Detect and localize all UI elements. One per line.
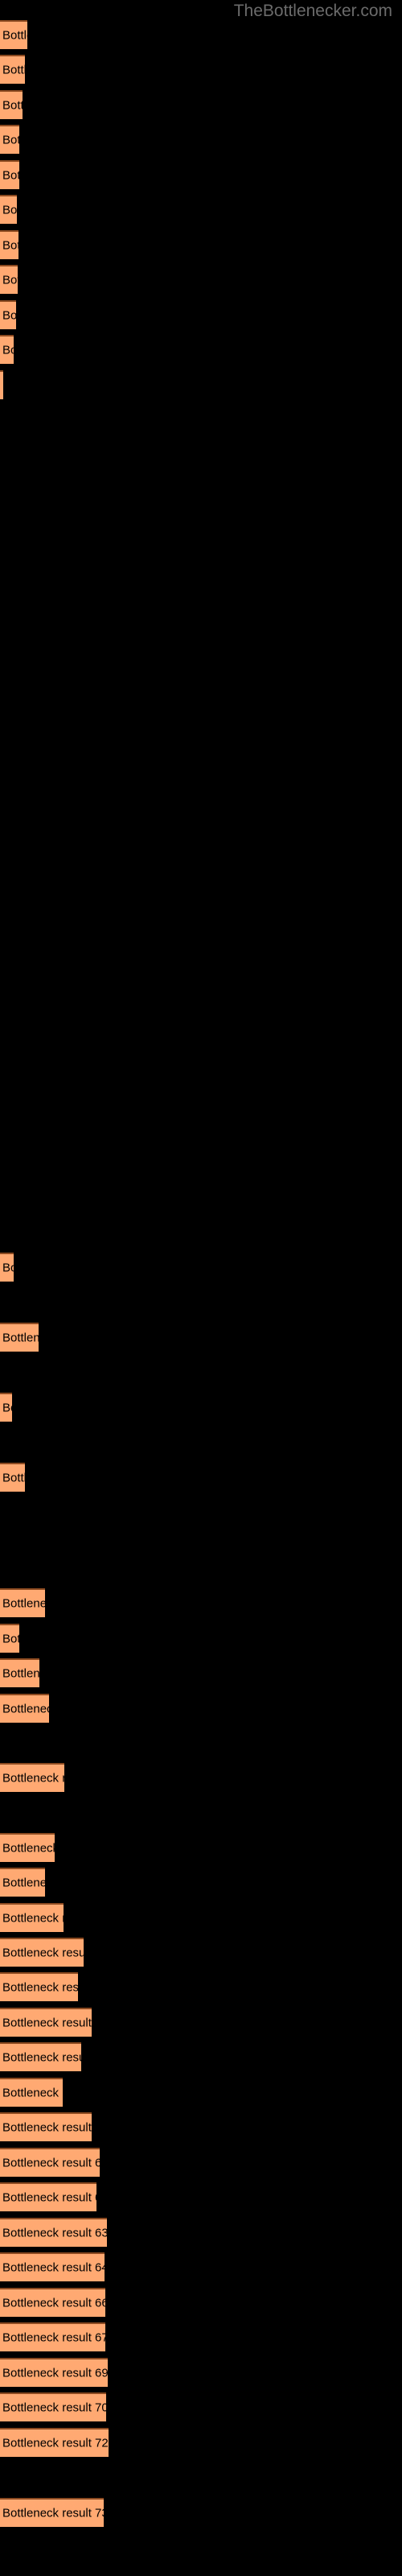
- chart-bar[interactable]: Bottleneck result 9: [0, 300, 16, 329]
- bar-label: Bottleneck result 67: [2, 2330, 105, 2345]
- chart-bar[interactable]: Bottleneck result 49: [0, 1833, 55, 1862]
- bar-label: Bottleneck result 6: [2, 203, 17, 217]
- chart-bar[interactable]: Bottleneck result 48: [0, 1763, 64, 1792]
- bar-label: Bottleneck result 9: [2, 308, 16, 323]
- bar-label: Bottleneck result 11: [2, 380, 3, 392]
- bar-label: Bottleneck result 3: [2, 98, 23, 113]
- chart-bar[interactable]: Bottleneck result 53: [0, 1938, 84, 1967]
- bar-label: Bottleneck result 64: [2, 2260, 105, 2275]
- chart-bar[interactable]: Bottleneck result 37: [0, 1253, 14, 1282]
- chart-bar[interactable]: Bottleneck result 38: [0, 1323, 39, 1352]
- bar-label: Bottleneck result 38: [2, 1331, 39, 1345]
- chart-bar[interactable]: Bottleneck result 2: [0, 55, 25, 84]
- bar-label: Bottleneck result 73: [2, 2506, 104, 2520]
- horizontal-bar-chart: Bottleneck result 1 Bottleneck result 2 Bo…: [0, 0, 402, 2576]
- chart-bar[interactable]: Bottleneck result 4: [0, 125, 19, 154]
- chart-bar[interactable]: Bottleneck result 7: [0, 230, 18, 259]
- chart-bar[interactable]: Bottleneck result 5: [0, 160, 19, 189]
- bar-label: Bottleneck result 49: [2, 1841, 55, 1856]
- bar-label: Bottleneck result 58: [2, 2120, 92, 2135]
- bar-label: Bottleneck result 60: [2, 2156, 100, 2170]
- bar-label: Bottleneck result 50: [2, 1876, 45, 1890]
- bar-label: Bottleneck result 56: [2, 2050, 81, 2065]
- chart-bar[interactable]: Bottleneck result 57: [0, 2078, 63, 2107]
- chart-bar[interactable]: Bottleneck result 64: [0, 2252, 105, 2281]
- chart-bar[interactable]: Bottleneck result 66: [0, 2288, 105, 2317]
- bar-label: Bottleneck result 2: [2, 63, 25, 77]
- bar-label: Bottleneck result 44: [2, 1632, 19, 1646]
- bar-label: Bottleneck result 48: [2, 1771, 64, 1785]
- bar-label: Bottleneck result 5: [2, 168, 19, 183]
- bar-label: Bottleneck result 4: [2, 133, 19, 147]
- chart-bar[interactable]: Bottleneck result 43: [0, 1588, 45, 1617]
- bar-label: Bottleneck result 46: [2, 1666, 39, 1681]
- bar-label: Bottleneck result 1: [2, 28, 27, 43]
- chart-bar[interactable]: Bottleneck result 63: [0, 2218, 107, 2247]
- bar-label: Bottleneck result 40: [2, 1471, 25, 1485]
- bar-label: Bottleneck result 39: [2, 1401, 12, 1415]
- chart-bar[interactable]: Bottleneck result 46: [0, 1658, 39, 1687]
- bar-label: Bottleneck result 43: [2, 1596, 45, 1611]
- bar-label: Bottleneck result 54: [2, 1980, 78, 1995]
- bar-label: Bottleneck result 53: [2, 1946, 84, 1960]
- chart-bar[interactable]: Bottleneck result 67: [0, 2322, 105, 2351]
- chart-bar[interactable]: Bottleneck result 56: [0, 2042, 81, 2071]
- bar-label: Bottleneck result 7: [2, 238, 18, 253]
- chart-bar[interactable]: Bottleneck result 61: [0, 2182, 96, 2211]
- chart-bar[interactable]: Bottleneck result 58: [0, 2112, 92, 2141]
- chart-bar[interactable]: Bottleneck result 72: [0, 2428, 109, 2457]
- chart-bar[interactable]: Bottleneck result 10: [0, 335, 14, 364]
- chart-bar[interactable]: Bottleneck result 11: [0, 370, 3, 399]
- chart-bar[interactable]: Bottleneck result 51: [0, 1903, 64, 1932]
- chart-bar[interactable]: Bottleneck result 73: [0, 2498, 104, 2527]
- chart-bar[interactable]: Bottleneck result 44: [0, 1624, 19, 1653]
- chart-bar[interactable]: Bottleneck result 54: [0, 1972, 78, 2001]
- chart-bar[interactable]: Bottleneck result 39: [0, 1393, 12, 1422]
- chart-bar[interactable]: Bottleneck result 70: [0, 2392, 106, 2421]
- bar-label: Bottleneck result 55: [2, 2016, 92, 2030]
- bar-label: Bottleneck result 8: [2, 273, 18, 287]
- bar-label: Bottleneck result 47: [2, 1702, 49, 1716]
- bar-label: Bottleneck result 69: [2, 2366, 108, 2380]
- bar-label: Bottleneck result 63: [2, 2226, 107, 2240]
- chart-bar[interactable]: Bottleneck result 47: [0, 1694, 49, 1723]
- chart-bar[interactable]: Bottleneck result 69: [0, 2358, 108, 2387]
- chart-bar[interactable]: Bottleneck result 6: [0, 195, 17, 224]
- bar-label: Bottleneck result 10: [2, 343, 14, 357]
- chart-bar[interactable]: Bottleneck result 40: [0, 1463, 25, 1492]
- bar-label: Bottleneck result 57: [2, 2086, 63, 2100]
- chart-bar[interactable]: Bottleneck result 50: [0, 1868, 45, 1897]
- bar-label: Bottleneck result 66: [2, 2296, 105, 2310]
- chart-bar[interactable]: Bottleneck result 8: [0, 265, 18, 294]
- bar-label: Bottleneck result 51: [2, 1911, 64, 1926]
- bar-label: Bottleneck result 37: [2, 1261, 14, 1275]
- chart-bar[interactable]: Bottleneck result 60: [0, 2148, 100, 2177]
- chart-bar[interactable]: Bottleneck result 3: [0, 90, 23, 119]
- bar-label: Bottleneck result 61: [2, 2190, 96, 2205]
- chart-bar[interactable]: Bottleneck result 1: [0, 20, 27, 49]
- bar-label: Bottleneck result 72: [2, 2436, 109, 2450]
- bar-label: Bottleneck result 70: [2, 2401, 106, 2415]
- chart-bar[interactable]: Bottleneck result 55: [0, 2008, 92, 2037]
